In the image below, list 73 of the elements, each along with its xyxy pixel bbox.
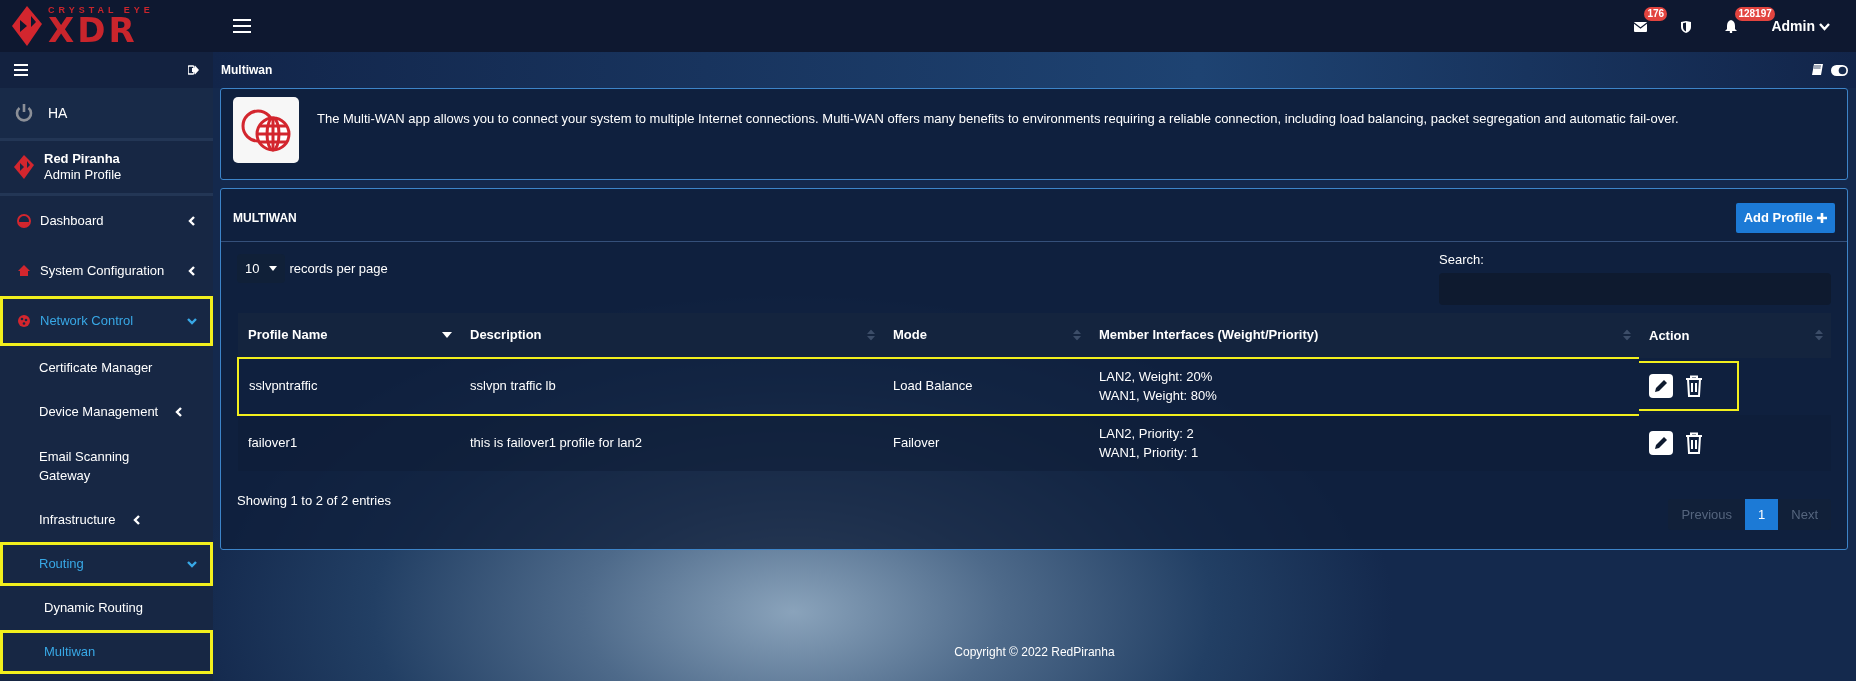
member-interface-text: WAN1, Weight: 80% [1099, 387, 1218, 405]
page-length-select[interactable]: 10 [237, 253, 286, 283]
search-label: Search: [1439, 250, 1485, 269]
sort-icon [1815, 329, 1823, 341]
sidebar-item[interactable]: Infrastructure [0, 498, 213, 542]
caret-down-icon [269, 265, 278, 271]
sidebar-item[interactable]: Email Scanning Gateway [0, 434, 213, 498]
bell-icon[interactable] [1725, 20, 1738, 34]
column-header[interactable]: Description [460, 313, 883, 358]
profile-role: Admin Profile [44, 167, 122, 184]
envelope-icon[interactable] [1634, 21, 1648, 32]
profile-name: Red Piranha [44, 150, 121, 167]
sidebar-item[interactable]: Dynamic Routing [0, 586, 213, 630]
power-icon[interactable] [14, 103, 34, 123]
page-title: Multiwan [221, 62, 273, 79]
member-interface-text: WAN1, Priority: 1 [1099, 444, 1200, 462]
info-text: The Multi-WAN app allows you to connect your system to multiple Internet connections. Multi-WAN offers many benefits to environments requiring a reliable connection, including load balancing, packet segregation and automatic fail-over. [317, 110, 1679, 128]
profile-name-cell: failover1 [238, 414, 460, 471]
menu-icon[interactable] [14, 63, 28, 77]
edit-button[interactable] [1649, 430, 1673, 455]
notification-count: 176 [1644, 7, 1668, 22]
globe-icon [240, 108, 292, 152]
gauge-icon [17, 214, 31, 228]
sort-descending-icon [442, 331, 452, 338]
logo-wordmark: XDR [48, 15, 138, 46]
sidebar-item[interactable]: Dashboard [0, 196, 213, 246]
column-header[interactable]: Mode [883, 313, 1089, 358]
profile-name-cell: sslvpntraffic [238, 357, 460, 415]
column-header[interactable]: Action [1639, 313, 1831, 358]
pencil-icon [1654, 379, 1668, 393]
sort-icon [1073, 329, 1081, 341]
column-header[interactable]: Member Interfaces (Weight/Priority) [1089, 313, 1639, 358]
menu-icon[interactable] [233, 18, 251, 34]
network-icon [17, 314, 31, 328]
sidebar-item[interactable]: Multiwan [0, 630, 213, 674]
pencil-icon [1654, 435, 1668, 450]
toggle-icon[interactable] [1831, 64, 1848, 76]
logo-mark-icon [12, 6, 42, 46]
sign-out-icon[interactable] [188, 65, 199, 75]
records-per-page-label: records per page [289, 259, 388, 278]
sidebar-item[interactable]: Routing [0, 542, 213, 586]
column-header[interactable]: Profile Name [238, 313, 460, 358]
sidebar-item[interactable]: Network Control [0, 296, 213, 346]
copyright-text: Copyright © 2022 RedPiranha [953, 644, 1116, 661]
book-icon[interactable] [1811, 64, 1823, 76]
delete-button[interactable] [1685, 431, 1703, 454]
mode-cell: Load Balance [883, 357, 1089, 415]
member-interface-text: LAN2, Priority: 2 [1099, 424, 1195, 443]
plus-icon [1817, 212, 1827, 223]
house-icon [17, 264, 31, 278]
sort-icon [867, 329, 875, 341]
notification-count: 128197 [1735, 7, 1775, 22]
description-cell: this is failover1 profile for lan2 [460, 414, 883, 471]
trash-icon [1685, 375, 1703, 397]
pagination-button[interactable]: 1 [1745, 498, 1779, 530]
sidebar-item[interactable]: System Configuration [0, 246, 213, 296]
panel-title: MULTIWAN [233, 209, 297, 227]
trash-icon [1685, 431, 1703, 454]
delete-button[interactable] [1685, 375, 1703, 397]
sidebar-item[interactable]: Certificate Manager [0, 346, 213, 390]
sidebar-item[interactable]: Device Management [0, 390, 213, 434]
description-cell: sslvpn traffic lb [460, 357, 883, 415]
sort-icon [1623, 329, 1631, 341]
edit-button[interactable] [1649, 374, 1673, 398]
entries-summary: Showing 1 to 2 of 2 entries [237, 491, 391, 510]
mode-cell: Failover [883, 414, 1089, 471]
piranha-logo-icon [14, 155, 34, 179]
add-profile-button[interactable]: Add Profile [1735, 203, 1835, 233]
ha-label[interactable]: HA [48, 102, 68, 124]
chevron-down-icon [1819, 21, 1830, 31]
shield-icon[interactable] [1681, 20, 1692, 33]
member-interface-text: LAN2, Weight: 20% [1099, 367, 1214, 386]
logo-tagline: CRYSTAL EYE [48, 6, 154, 16]
